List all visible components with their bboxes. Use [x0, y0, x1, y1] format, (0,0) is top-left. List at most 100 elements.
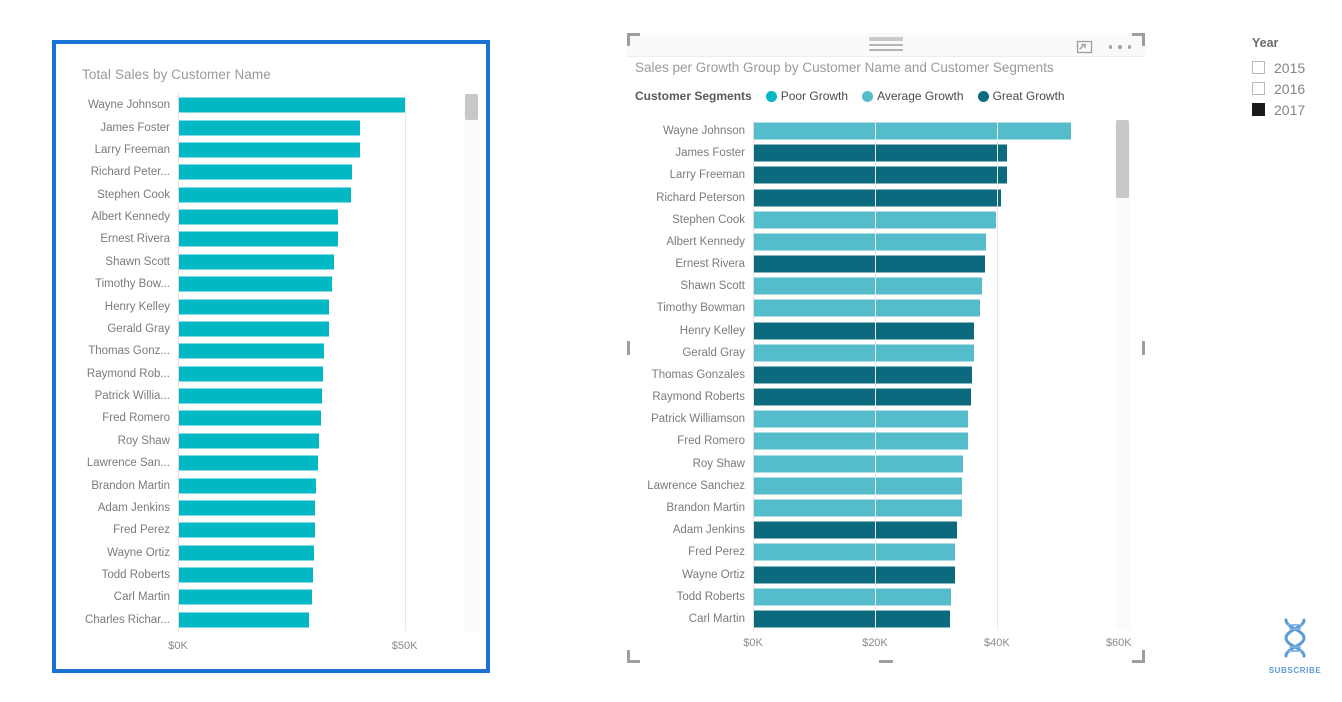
right-chart-scroll-thumb[interactable]: [1116, 120, 1129, 198]
bar-row[interactable]: Adam Jenkins: [635, 519, 1131, 541]
bar-row[interactable]: Thomas Gonzales: [635, 364, 1131, 386]
bar-fill[interactable]: [178, 410, 322, 426]
bar-row[interactable]: Gerald Gray: [635, 342, 1131, 364]
bar-fill[interactable]: [178, 500, 316, 516]
legend-item[interactable]: Great Growth: [977, 89, 1065, 103]
bar-fill[interactable]: [178, 97, 406, 113]
bar-row[interactable]: Ernest Rivera: [82, 228, 450, 250]
total-sales-chart-panel[interactable]: Total Sales by Customer Name Wayne Johns…: [52, 40, 490, 673]
bar-row[interactable]: Brandon Martin: [635, 497, 1131, 519]
bar-fill[interactable]: [753, 543, 956, 561]
checkbox-icon[interactable]: [1252, 103, 1265, 116]
resize-handle-right-middle[interactable]: [1142, 341, 1145, 355]
bar-fill[interactable]: [178, 254, 335, 270]
bar-fill[interactable]: [178, 455, 319, 471]
bar-row[interactable]: Stephen Cook: [635, 209, 1131, 231]
right-chart-scrollbar[interactable]: [1115, 120, 1130, 630]
resize-handle-bottom-right[interactable]: [1132, 650, 1145, 663]
bar-row[interactable]: Carl Martin: [82, 586, 450, 608]
bar-row[interactable]: Patrick Willia...: [82, 385, 450, 407]
year-slicer-option-2015[interactable]: 2015: [1252, 57, 1338, 78]
bar-row[interactable]: Albert Kennedy: [635, 231, 1131, 253]
bar-fill[interactable]: [753, 388, 972, 406]
bar-row[interactable]: Patrick Williamson: [635, 408, 1131, 430]
resize-handle-bottom-middle[interactable]: [879, 660, 893, 663]
bar-fill[interactable]: [178, 478, 317, 494]
bar-row[interactable]: Carl Martin: [635, 608, 1131, 630]
bar-fill[interactable]: [178, 388, 322, 404]
bar-fill[interactable]: [178, 120, 361, 136]
bar-row[interactable]: Richard Peter...: [82, 161, 450, 183]
bar-fill[interactable]: [178, 276, 333, 292]
bar-row[interactable]: Thomas Gonz...: [82, 340, 450, 362]
subscribe-watermark[interactable]: SUBSCRIBE: [1263, 616, 1327, 675]
bar-fill[interactable]: [178, 321, 329, 337]
year-slicer[interactable]: Year 2015 2016 2017: [1252, 36, 1338, 120]
bar-fill[interactable]: [753, 410, 969, 428]
drag-handle-icon[interactable]: [869, 37, 903, 51]
bar-fill[interactable]: [178, 366, 324, 382]
bar-row[interactable]: James Foster: [635, 142, 1131, 164]
bar-fill[interactable]: [753, 166, 1007, 184]
bar-fill[interactable]: [178, 187, 351, 203]
bar-row[interactable]: Wayne Johnson: [82, 94, 450, 116]
bar-row[interactable]: Timothy Bow...: [82, 273, 450, 295]
bar-row[interactable]: Wayne Johnson: [635, 120, 1131, 142]
resize-handle-top-right[interactable]: [1132, 33, 1145, 46]
bar-row[interactable]: Fred Romero: [82, 407, 450, 429]
bar-row[interactable]: Ernest Rivera: [635, 253, 1131, 275]
bar-fill[interactable]: [753, 588, 952, 606]
bar-fill[interactable]: [753, 299, 981, 317]
legend-item[interactable]: Average Growth: [862, 89, 964, 103]
bar-row[interactable]: Shawn Scott: [82, 251, 450, 273]
bar-fill[interactable]: [178, 142, 360, 158]
bar-fill[interactable]: [753, 322, 975, 340]
bar-fill[interactable]: [753, 499, 962, 517]
bar-row[interactable]: Brandon Martin: [82, 474, 450, 496]
bar-fill[interactable]: [178, 433, 319, 449]
bar-row[interactable]: Fred Perez: [635, 541, 1131, 563]
bar-row[interactable]: Charles Richar...: [82, 609, 450, 631]
bar-row[interactable]: Todd Roberts: [635, 586, 1131, 608]
bar-row[interactable]: Fred Romero: [635, 430, 1131, 452]
bar-row[interactable]: Raymond Rob...: [82, 363, 450, 385]
bar-row[interactable]: Roy Shaw: [635, 453, 1131, 475]
bar-row[interactable]: Wayne Ortiz: [635, 563, 1131, 585]
growth-group-chart-panel[interactable]: Sales per Growth Group by Customer Name …: [627, 33, 1145, 663]
bar-fill[interactable]: [178, 612, 310, 628]
bar-fill[interactable]: [753, 144, 1008, 162]
year-slicer-option-2017[interactable]: 2017: [1252, 99, 1338, 120]
more-options-icon[interactable]: [1109, 40, 1131, 54]
bar-row[interactable]: Roy Shaw: [82, 430, 450, 452]
resize-handle-top-left[interactable]: [627, 33, 640, 46]
checkbox-icon[interactable]: [1252, 82, 1265, 95]
bar-fill[interactable]: [753, 432, 968, 450]
bar-fill[interactable]: [753, 277, 983, 295]
bar-row[interactable]: Adam Jenkins: [82, 497, 450, 519]
bar-fill[interactable]: [753, 366, 972, 384]
bar-row[interactable]: Fred Perez: [82, 519, 450, 541]
focus-mode-icon[interactable]: [1076, 38, 1093, 55]
checkbox-icon[interactable]: [1252, 61, 1265, 74]
left-chart-scroll-thumb[interactable]: [465, 94, 478, 120]
bar-row[interactable]: Todd Roberts: [82, 564, 450, 586]
bar-fill[interactable]: [178, 209, 339, 225]
bar-fill[interactable]: [753, 455, 964, 473]
bar-fill[interactable]: [753, 521, 957, 539]
bar-row[interactable]: Henry Kelley: [635, 320, 1131, 342]
bar-row[interactable]: Lawrence San...: [82, 452, 450, 474]
bar-row[interactable]: James Foster: [82, 116, 450, 138]
bar-fill[interactable]: [178, 589, 312, 605]
bar-fill[interactable]: [178, 567, 313, 583]
bar-row[interactable]: Wayne Ortiz: [82, 542, 450, 564]
bar-row[interactable]: Lawrence Sanchez: [635, 475, 1131, 497]
bar-row[interactable]: Larry Freeman: [635, 164, 1131, 186]
legend-item[interactable]: Poor Growth: [765, 89, 848, 103]
bar-row[interactable]: Larry Freeman: [82, 139, 450, 161]
bar-row[interactable]: Albert Kennedy: [82, 206, 450, 228]
bar-row[interactable]: Henry Kelley: [82, 295, 450, 317]
bar-row[interactable]: Raymond Roberts: [635, 386, 1131, 408]
bar-row[interactable]: Richard Peterson: [635, 187, 1131, 209]
bar-fill[interactable]: [178, 299, 329, 315]
bar-fill[interactable]: [178, 164, 353, 180]
